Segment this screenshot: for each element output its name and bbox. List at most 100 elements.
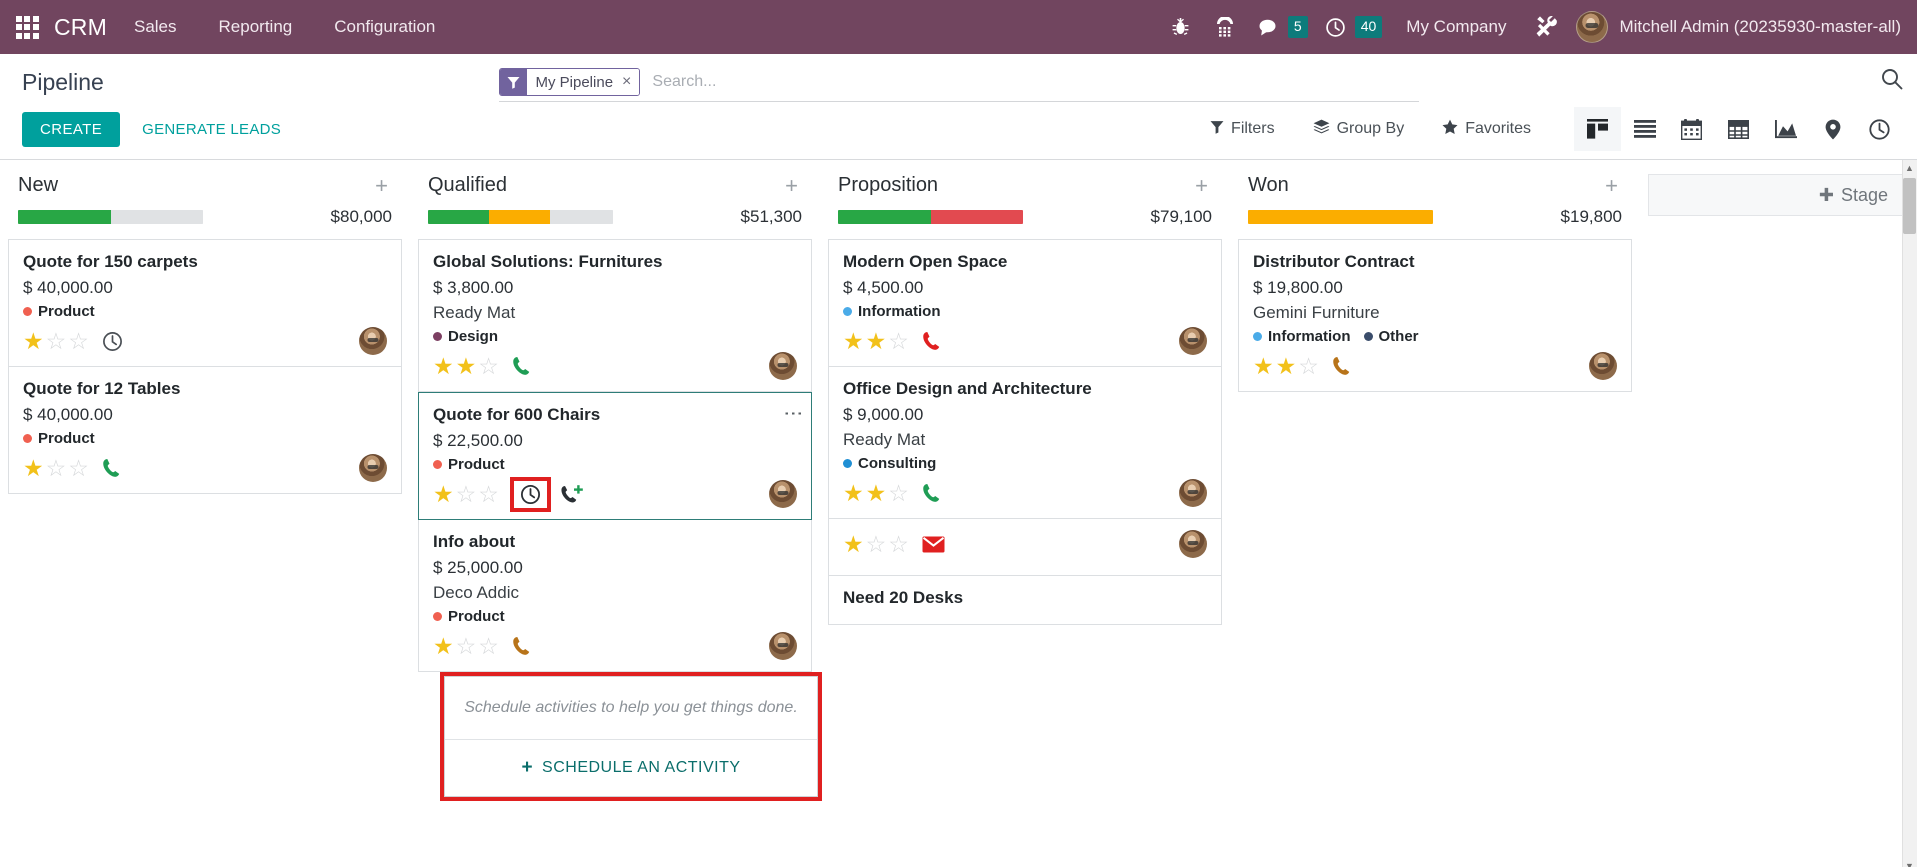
phone-icon[interactable] <box>102 458 121 478</box>
activities-counter[interactable]: 40 <box>1314 0 1389 54</box>
card-assignee-avatar[interactable] <box>359 454 387 482</box>
search-input[interactable] <box>640 68 1419 96</box>
star-empty-icon[interactable]: ☆ <box>888 532 909 556</box>
group-by-dropdown[interactable]: Group By <box>1300 113 1418 145</box>
clock-icon[interactable] <box>509 476 551 512</box>
kanban-card[interactable]: Modern Open Space $ 4,500.00 Information… <box>828 239 1222 367</box>
kanban-card[interactable]: Distributor Contract $ 19,800.00 Gemini … <box>1238 239 1632 392</box>
activity-view-button[interactable] <box>1856 107 1903 151</box>
close-icon[interactable]: × <box>619 69 640 95</box>
star-filled-icon[interactable]: ★ <box>843 481 864 505</box>
phone-icon[interactable] <box>922 483 941 503</box>
star-empty-icon[interactable]: ☆ <box>478 354 499 378</box>
card-priority-stars[interactable]: ★ ★ ☆ <box>843 329 909 353</box>
phone-icon[interactable] <box>922 331 941 351</box>
schedule-activity-button[interactable]: + SCHEDULE AN ACTIVITY <box>445 740 817 796</box>
star-filled-icon[interactable]: ★ <box>1253 354 1274 378</box>
card-assignee-avatar[interactable] <box>1179 327 1207 355</box>
card-priority-stars[interactable]: ★ ☆ ☆ <box>433 634 499 658</box>
card-assignee-avatar[interactable] <box>769 632 797 660</box>
card-assignee-avatar[interactable] <box>769 352 797 380</box>
star-empty-icon[interactable]: ☆ <box>46 456 67 480</box>
star-empty-icon[interactable]: ☆ <box>456 634 477 658</box>
star-filled-icon[interactable]: ★ <box>433 634 454 658</box>
scrollbar-thumb[interactable] <box>1903 178 1916 234</box>
kanban-card[interactable]: Office Design and Architecture $ 9,000.0… <box>828 367 1222 519</box>
star-empty-icon[interactable]: ☆ <box>866 532 887 556</box>
menu-sales[interactable]: Sales <box>113 0 198 54</box>
card-assignee-avatar[interactable] <box>1179 530 1207 558</box>
star-filled-icon[interactable]: ★ <box>433 482 454 506</box>
card-priority-stars[interactable]: ★ ★ ☆ <box>433 354 499 378</box>
chat-bubble-icon[interactable] <box>1247 0 1291 54</box>
map-view-button[interactable] <box>1809 107 1856 151</box>
star-filled-icon[interactable]: ★ <box>843 532 864 556</box>
kanban-view-button[interactable] <box>1574 107 1621 151</box>
column-progress-bar[interactable] <box>18 210 203 224</box>
star-filled-icon[interactable]: ★ <box>866 329 887 353</box>
card-assignee-avatar[interactable] <box>1179 479 1207 507</box>
kanban-card[interactable]: Quote for 12 Tables $ 40,000.00 Product … <box>8 367 402 494</box>
add-card-plus-icon[interactable]: + <box>781 174 802 196</box>
add-card-plus-icon[interactable]: + <box>371 174 392 196</box>
graph-view-button[interactable] <box>1762 107 1809 151</box>
star-empty-icon[interactable]: ☆ <box>478 482 499 506</box>
star-empty-icon[interactable]: ☆ <box>478 634 499 658</box>
card-priority-stars[interactable]: ★ ☆ ☆ <box>843 532 909 556</box>
company-switcher[interactable]: My Company <box>1388 0 1524 54</box>
calendar-view-button[interactable] <box>1668 107 1715 151</box>
user-menu[interactable]: Mitchell Admin (20235930-master-all) <box>1568 11 1917 43</box>
scroll-down-arrow-icon[interactable]: ▼ <box>1903 858 1916 867</box>
dialpad-phone-icon[interactable] <box>1203 0 1247 54</box>
card-assignee-avatar[interactable] <box>359 327 387 355</box>
star-filled-icon[interactable]: ★ <box>843 329 864 353</box>
phone-icon[interactable] <box>512 636 531 656</box>
card-priority-stars[interactable]: ★ ★ ☆ <box>1253 354 1319 378</box>
star-empty-icon[interactable]: ☆ <box>1298 354 1319 378</box>
star-filled-icon[interactable]: ★ <box>23 456 44 480</box>
app-brand-crm[interactable]: CRM <box>54 14 113 41</box>
tools-icon[interactable] <box>1524 0 1568 54</box>
star-empty-icon[interactable]: ☆ <box>888 329 909 353</box>
star-empty-icon[interactable]: ☆ <box>888 481 909 505</box>
list-view-button[interactable] <box>1621 107 1668 151</box>
activities-count-badge[interactable]: 40 <box>1354 16 1383 38</box>
pivot-view-button[interactable] <box>1715 107 1762 151</box>
column-progress-bar[interactable] <box>838 210 1023 224</box>
kanban-card[interactable]: Info about $ 25,000.00 Deco Addic Produc… <box>418 520 812 672</box>
star-filled-icon[interactable]: ★ <box>866 481 887 505</box>
card-assignee-avatar[interactable] <box>769 480 797 508</box>
star-filled-icon[interactable]: ★ <box>433 354 454 378</box>
add-stage-button[interactable]: ✚ Stage <box>1648 174 1911 216</box>
kanban-card[interactable]: ★ ☆ ☆ <box>828 519 1222 576</box>
star-empty-icon[interactable]: ☆ <box>68 329 89 353</box>
card-priority-stars[interactable]: ★ ★ ☆ <box>843 481 909 505</box>
card-priority-stars[interactable]: ★ ☆ ☆ <box>23 456 89 480</box>
phone-icon[interactable] <box>1332 356 1351 376</box>
kanban-card[interactable]: Global Solutions: Furnitures $ 3,800.00 … <box>418 239 812 392</box>
phone-icon[interactable] <box>512 356 531 376</box>
add-card-plus-icon[interactable]: + <box>1601 174 1622 196</box>
clock-icon[interactable] <box>1314 0 1358 54</box>
generate-leads-button[interactable]: GENERATE LEADS <box>132 112 291 147</box>
card-priority-stars[interactable]: ★ ☆ ☆ <box>433 482 499 506</box>
bug-icon[interactable] <box>1159 0 1203 54</box>
vertical-scrollbar[interactable]: ▲ ▼ <box>1902 160 1917 867</box>
search-icon[interactable] <box>1881 68 1903 95</box>
star-filled-icon[interactable]: ★ <box>1276 354 1297 378</box>
scroll-up-arrow-icon[interactable]: ▲ <box>1903 160 1916 175</box>
messages-counter[interactable]: 5 <box>1247 0 1314 54</box>
phone-plus-icon[interactable] <box>560 484 584 505</box>
star-empty-icon[interactable]: ☆ <box>456 482 477 506</box>
kanban-card-selected[interactable]: ⋮ Quote for 600 Chairs $ 22,500.00 Produ… <box>418 392 812 520</box>
clock-icon[interactable] <box>102 331 123 352</box>
menu-configuration[interactable]: Configuration <box>313 0 456 54</box>
kanban-card[interactable]: Need 20 Desks <box>828 576 1222 625</box>
kebab-menu-icon[interactable]: ⋮ <box>782 404 803 423</box>
column-progress-bar[interactable] <box>1248 210 1433 224</box>
favorites-dropdown[interactable]: Favorites <box>1429 113 1544 146</box>
star-empty-icon[interactable]: ☆ <box>46 329 67 353</box>
create-button[interactable]: CREATE <box>22 111 121 147</box>
envelope-icon[interactable] <box>922 536 945 553</box>
star-empty-icon[interactable]: ☆ <box>68 456 89 480</box>
